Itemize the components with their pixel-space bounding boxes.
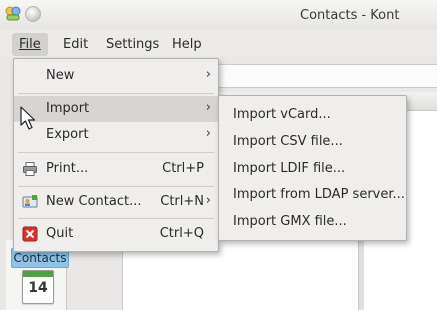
import-submenu: Import vCard... Import CSV file... Impor… bbox=[218, 95, 407, 241]
menu-item-import-vcard[interactable]: Import vCard... bbox=[219, 102, 406, 128]
menu-item-label: Import bbox=[46, 101, 90, 116]
menu-separator bbox=[18, 218, 214, 219]
printer-icon bbox=[23, 162, 37, 176]
window-title: Contacts - Kont bbox=[300, 8, 400, 23]
new-contact-icon bbox=[22, 195, 38, 208]
menu-separator bbox=[18, 152, 214, 153]
file-menu: New › Import › Export › Print... Ctrl+P … bbox=[13, 58, 219, 252]
submenu-arrow-icon: › bbox=[205, 67, 211, 82]
menu-item-label: Import LDIF file... bbox=[233, 161, 346, 176]
menu-shortcut: Ctrl+P bbox=[162, 161, 204, 176]
menu-item-import-gmx[interactable]: Import GMX file... bbox=[219, 209, 406, 235]
menu-item-label: Import CSV file... bbox=[233, 134, 343, 149]
submenu-arrow-icon: › bbox=[205, 126, 211, 141]
title-bar: Contacts - Kont bbox=[0, 0, 437, 30]
menu-shortcut: Ctrl+Q bbox=[159, 226, 204, 241]
app-icon[interactable] bbox=[4, 4, 22, 22]
menu-item-label: Import from LDAP server... bbox=[233, 187, 405, 202]
menu-help-label: Help bbox=[172, 37, 202, 52]
menu-settings-label: Settings bbox=[106, 37, 160, 52]
menu-bar: File Edit Settings Help bbox=[0, 31, 437, 57]
menu-help[interactable]: Help bbox=[172, 37, 202, 52]
mouse-cursor-icon bbox=[20, 106, 36, 130]
menu-item-label: Quit bbox=[46, 226, 74, 241]
menu-separator bbox=[18, 186, 214, 187]
menu-item-import-csv[interactable]: Import CSV file... bbox=[219, 129, 406, 155]
menu-item-export[interactable]: Export › bbox=[14, 122, 218, 148]
menu-item-label: New Contact... bbox=[46, 194, 142, 209]
menu-item-quit[interactable]: Quit Ctrl+Q bbox=[14, 221, 218, 247]
menu-item-label: Import GMX file... bbox=[233, 214, 347, 229]
menu-shortcut: Ctrl+N bbox=[160, 194, 204, 209]
menu-item-new[interactable]: New › bbox=[14, 63, 218, 89]
menu-item-import[interactable]: Import › bbox=[14, 96, 218, 122]
window-button[interactable] bbox=[25, 6, 41, 22]
calendar-icon[interactable]: 14 bbox=[22, 270, 54, 304]
search-input[interactable] bbox=[214, 64, 437, 88]
menu-edit[interactable]: Edit bbox=[63, 37, 88, 52]
menu-file[interactable]: File bbox=[12, 33, 48, 56]
submenu-arrow-icon: › bbox=[205, 100, 211, 115]
quit-icon bbox=[22, 226, 38, 242]
menu-item-new-contact[interactable]: New Contact... Ctrl+N › bbox=[14, 189, 218, 215]
menu-item-import-ldap[interactable]: Import from LDAP server... bbox=[219, 182, 406, 208]
menu-item-label: Import vCard... bbox=[233, 107, 331, 122]
menu-file-label: File bbox=[19, 37, 41, 52]
menu-item-label: New bbox=[46, 68, 75, 83]
menu-separator bbox=[18, 93, 214, 94]
menu-item-label: Export bbox=[46, 127, 89, 142]
menu-settings[interactable]: Settings bbox=[106, 37, 159, 52]
calendar-day: 14 bbox=[28, 280, 48, 296]
menu-item-import-ldif[interactable]: Import LDIF file... bbox=[219, 156, 406, 182]
submenu-arrow-icon: › bbox=[205, 193, 211, 208]
menu-edit-label: Edit bbox=[63, 37, 89, 52]
menu-item-label: Print... bbox=[46, 161, 89, 176]
menu-item-print[interactable]: Print... Ctrl+P bbox=[14, 156, 218, 182]
